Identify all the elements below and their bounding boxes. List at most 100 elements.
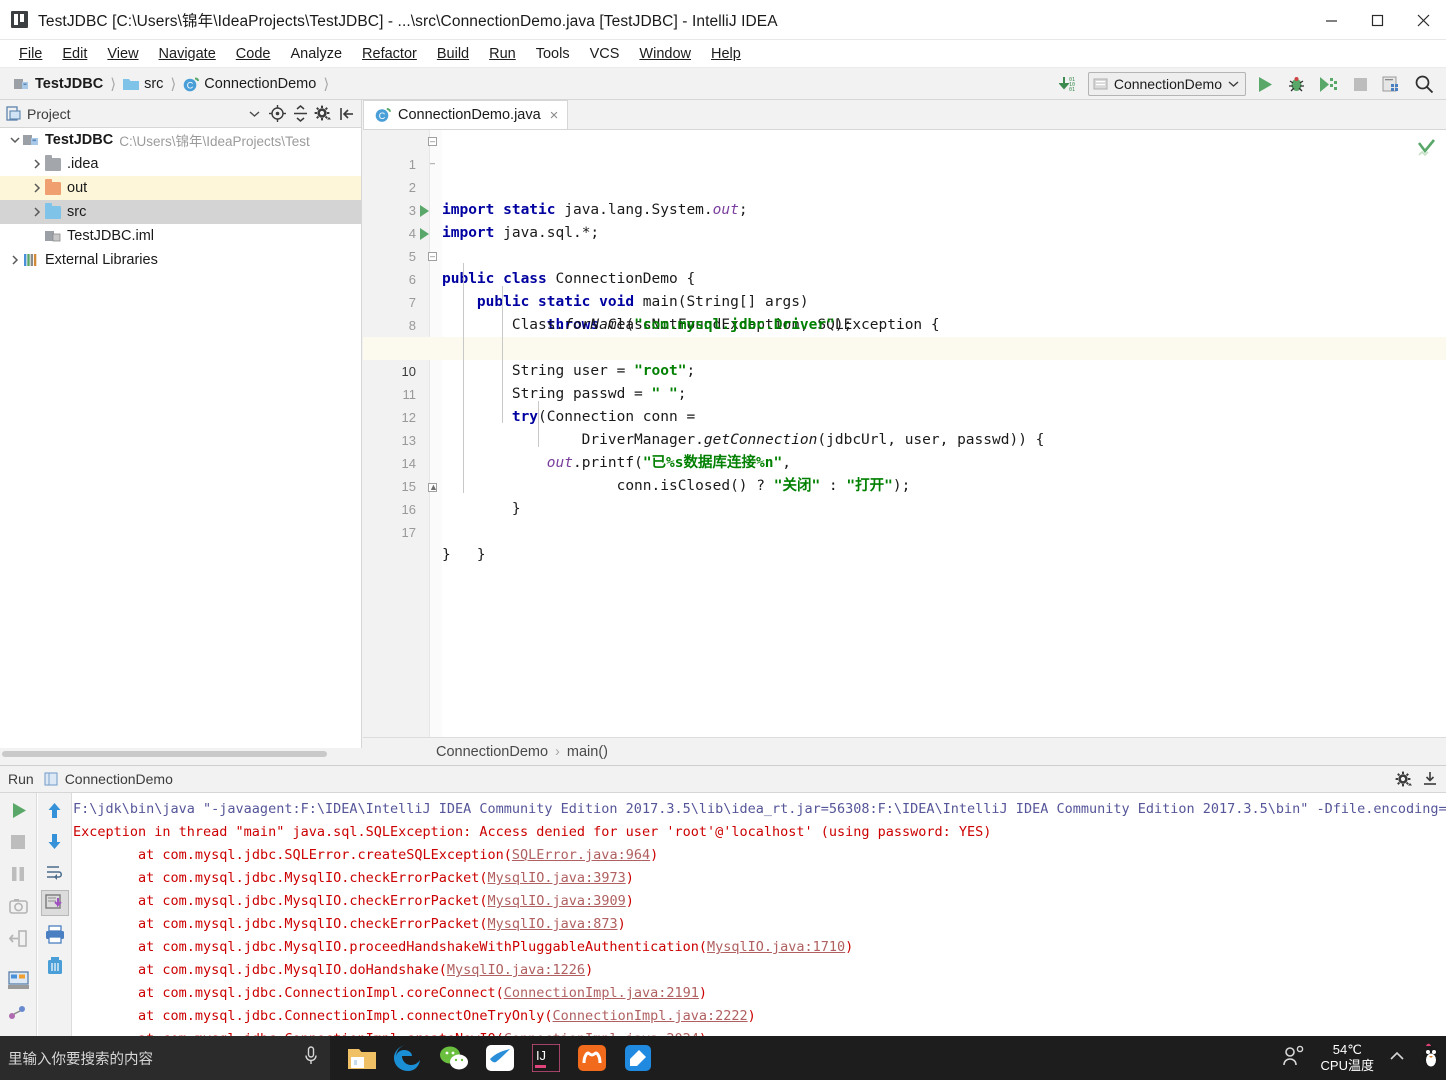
menu-item-refactor[interactable]: Refactor [352,44,427,64]
trace-link-3[interactable]: MysqlIO.java:3909 [488,893,626,909]
menu-item-help[interactable]: Help [701,44,751,64]
code-line-2[interactable]: 2 – import java.sql.*; [363,153,1446,242]
pause-button[interactable] [4,861,32,887]
trace-link-8[interactable]: ConnectionImpl.java:2222 [553,1008,748,1024]
breadcrumb-testjdbc[interactable]: TestJDBC [14,76,103,92]
trace-link-6[interactable]: MysqlIO.java:1226 [447,962,585,978]
fold-marker-2[interactable]: – [428,159,437,169]
run-method-gutter-icon[interactable] [420,228,429,240]
chevron-right-icon-src[interactable] [28,200,45,224]
menu-item-code[interactable]: Code [226,44,281,64]
code-line-17[interactable]: 17 } [363,498,1446,563]
debug-button[interactable] [1282,71,1310,97]
code-line-12[interactable]: 12 DriverManager.getConnection(jdbcUrl, … [363,383,1446,448]
code-line-7[interactable]: 7 Class.forName("com.mysql.jdbc.Driver")… [363,268,1446,333]
trace-link-2[interactable]: MysqlIO.java:3973 [488,870,626,886]
taskbar-notes-app[interactable] [620,1040,656,1076]
code-lines[interactable]: 1 – import static java.lang.System.out; … [363,130,1446,737]
target-icon[interactable] [267,103,288,125]
code-line-15[interactable]: 15 } [363,452,1446,517]
breadcrumb-src[interactable]: src [123,76,163,92]
code-line-16[interactable]: 16 ▲ } [363,475,1446,564]
gear-icon-run[interactable] [1394,768,1415,790]
editor-tab-connectiondemo[interactable]: C ConnectionDemo.java × [363,100,569,129]
cpu-temperature-indicator[interactable]: 54℃ CPU温度 [1321,1042,1374,1074]
menu-item-navigate[interactable]: Navigate [149,44,226,64]
down-stacktrace-button[interactable] [41,828,69,854]
project-horizontal-scrollbar[interactable] [0,748,362,759]
code-line-5[interactable]: 5 public static void main(String[] args) [363,222,1446,310]
code-line-9[interactable]: 9 String user = "root"; [363,314,1446,379]
menu-item-file[interactable]: File [9,44,52,64]
chevron-down-icon[interactable] [244,103,265,125]
menu-item-window[interactable]: Window [629,44,701,64]
tree-node-testjdbc[interactable]: TestJDBC C:\Users\锦年\IdeaProjects\Test [0,128,361,152]
menu-item-vcs[interactable]: VCS [580,44,630,64]
menu-item-tools[interactable]: Tools [526,44,580,64]
close-icon[interactable]: × [550,107,559,124]
print-button[interactable] [41,921,69,947]
run-button[interactable] [1250,71,1278,97]
code-line-4[interactable]: 4 public class ConnectionDemo { [363,199,1446,287]
code-editor[interactable]: 1 – import static java.lang.System.out; … [363,130,1446,737]
tree-node-external-libraries[interactable]: External Libraries [0,248,361,272]
trace-link-7[interactable]: ConnectionImpl.java:2191 [504,985,699,1001]
fold-marker-end[interactable]: ▲ [428,483,438,492]
stop-button-run[interactable] [4,829,32,855]
code-line-6[interactable]: 6 – throws ClassNotFoundException, SQLEx… [363,245,1446,334]
hide-run-panel-icon[interactable] [1419,768,1440,790]
code-line-14[interactable]: 14 conn.isClosed() ? "关闭" : "打开"); [363,429,1446,494]
breadcrumb-method[interactable]: main() [567,744,608,760]
close-button[interactable] [1400,0,1446,40]
chevron-up-icon[interactable] [1388,1049,1406,1068]
chevron-right-icon[interactable] [28,152,45,176]
taskbar-xunlei[interactable] [482,1040,518,1076]
chevron-right-icon-out[interactable] [28,176,45,200]
run-configuration-selector[interactable]: ConnectionDemo [1087,72,1246,96]
code-line-3[interactable]: 3 [363,176,1446,218]
taskbar-intellij-idea[interactable]: IJ [528,1040,564,1076]
database-button[interactable] [1378,71,1406,97]
breadcrumb-connectiondemo[interactable]: C ConnectionDemo [183,76,316,92]
code-line-1[interactable]: 1 – import static java.lang.System.out; [363,130,1446,219]
taskbar-search-box[interactable]: 里输入你要搜索的内容 [0,1036,330,1080]
console-output[interactable]: F:\jdk\bin\java "-javaagent:F:\IDEA\Inte… [73,793,1446,1040]
stop-button[interactable] [1346,71,1374,97]
gear-icon[interactable] [313,103,334,125]
project-tree[interactable]: TestJDBC C:\Users\锦年\IdeaProjects\Test .… [0,128,362,748]
hide-panel-icon[interactable] [336,103,357,125]
dump-threads-button[interactable] [4,893,32,919]
breadcrumb-class[interactable]: ConnectionDemo [436,744,548,760]
taskbar-phpstudy[interactable] [574,1040,610,1076]
chevron-down-icon[interactable] [6,128,23,152]
menu-item-view[interactable]: View [97,44,148,64]
taskbar-wechat[interactable] [436,1040,472,1076]
tree-node-iml[interactable]: TestJDBC.iml [0,224,361,248]
maximize-button[interactable] [1354,0,1400,40]
update-project-button[interactable]: 01 10 01 [1056,71,1084,97]
trace-link-1[interactable]: SQLError.java:964 [512,847,650,863]
tree-node-src[interactable]: src [0,200,361,224]
fold-marker-imports[interactable]: – [428,137,437,146]
exit-button[interactable] [4,925,32,951]
people-icon[interactable] [1281,1045,1307,1072]
scroll-to-end-button[interactable] [40,890,69,916]
minimize-button[interactable] [1308,0,1354,40]
up-stacktrace-button[interactable] [41,797,69,823]
collapse-all-icon[interactable] [290,103,311,125]
search-everywhere-button[interactable] [1410,71,1438,97]
console-button[interactable] [4,967,32,993]
clear-all-button[interactable] [41,952,69,978]
code-line-10[interactable]: 10 String passwd = " "; [363,337,1446,402]
run-with-coverage-button[interactable] [1314,71,1342,97]
menu-item-analyze[interactable]: Analyze [280,44,352,64]
tree-node-out[interactable]: out [0,176,361,200]
chevron-right-icon-libs[interactable] [6,248,23,272]
menu-item-build[interactable]: Build [427,44,479,64]
run-tab-connectiondemo[interactable]: ConnectionDemo [44,771,173,787]
soft-wrap-button[interactable] [41,859,69,885]
fold-marker-method[interactable]: – [428,252,437,261]
endpoints-button[interactable] [4,999,32,1025]
code-line-11[interactable]: 11 try(Connection conn = [363,360,1446,425]
code-line-8[interactable]: 8 String jdbcUrl = "jdbc:mysql://localho… [363,291,1446,356]
